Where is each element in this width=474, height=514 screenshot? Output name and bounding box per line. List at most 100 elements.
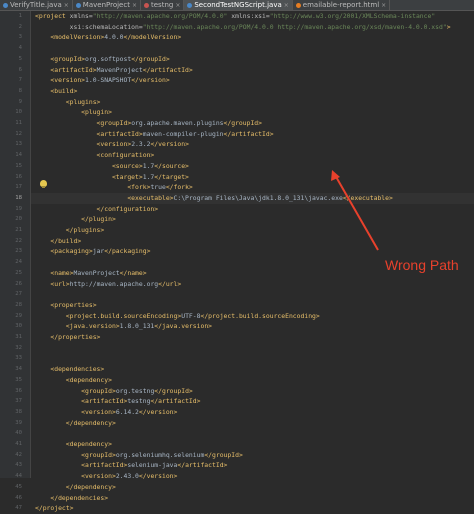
code-line[interactable]: <artifactId>selenium-java</artifactId>: [31, 460, 474, 471]
code-line[interactable]: xsi:schemaLocation="http://maven.apache.…: [31, 22, 474, 33]
code-line[interactable]: <dependencies>: [31, 364, 474, 375]
code-line[interactable]: <build>: [31, 86, 474, 97]
code-line[interactable]: <version>2.43.0</version>: [31, 471, 474, 482]
code-line-text: <executable>C:\Program Files\Java\jdk1.8…: [35, 193, 393, 204]
code-line[interactable]: <configuration>: [31, 150, 474, 161]
line-number: 37: [15, 398, 22, 405]
code-token: testng: [127, 397, 151, 406]
code-line[interactable]: <groupId>org.softpost</groupId>: [31, 54, 474, 65]
code-line-text: <packaging>jar</packaging>: [35, 246, 150, 257]
code-line[interactable]: <artifactId>MavenProject</artifactId>: [31, 65, 474, 76]
line-number: 13: [15, 141, 22, 148]
code-line[interactable]: <source>1.7</source>: [31, 161, 474, 172]
code-line[interactable]: <executable>C:\Program Files\Java\jdk1.8…: [31, 192, 474, 204]
code-token: >: [446, 22, 451, 31]
code-line[interactable]: [31, 428, 474, 439]
code-token: 1.7: [142, 161, 155, 170]
code-line[interactable]: [31, 289, 474, 300]
code-line[interactable]: </plugins>: [31, 225, 474, 236]
code-token: </configuration>: [35, 204, 159, 213]
code-line-text: </plugins>: [35, 225, 105, 236]
line-number: 14: [15, 152, 22, 159]
code-line-text: <dependencies>: [35, 364, 104, 375]
line-number: 40: [15, 430, 22, 437]
code-line[interactable]: <plugins>: [31, 97, 474, 108]
code-line[interactable]: </dependency>: [31, 418, 474, 429]
code-line[interactable]: <fork>true</fork>: [31, 182, 474, 193]
code-token: org.testng: [115, 386, 155, 395]
code-line[interactable]: <artifactId>maven-compiler-plugin</artif…: [31, 129, 474, 140]
code-line[interactable]: [31, 343, 474, 354]
code-line[interactable]: <dependency>: [31, 439, 474, 450]
code-token: 6.14.2: [115, 407, 139, 416]
editor-tab[interactable]: testng ×: [141, 0, 185, 10]
code-line[interactable]: </properties>: [31, 332, 474, 343]
editor-tab[interactable]: SecondTestNGScript.java ×: [184, 0, 293, 10]
code-line[interactable]: <target>1.7</target>: [31, 172, 474, 183]
close-icon[interactable]: ×: [284, 2, 289, 9]
close-icon[interactable]: ×: [132, 2, 137, 9]
line-number: 22: [15, 237, 22, 244]
tab-label: VerifyTitle.java: [10, 1, 62, 9]
code-line[interactable]: <java.version>1.8.0_131</java.version>: [31, 321, 474, 332]
code-line[interactable]: <groupId>org.apache.maven.plugins</group…: [31, 118, 474, 129]
code-line[interactable]: </dependency>: [31, 482, 474, 493]
line-number: 45: [15, 483, 22, 490]
code-line[interactable]: [31, 43, 474, 54]
code-line[interactable]: <artifactId>testng</artifactId>: [31, 396, 474, 407]
code-token: 1.8.0_131: [119, 322, 155, 331]
code-line-text: <modelVersion>4.0.0</modelVersion>: [35, 32, 181, 43]
code-line-text: xsi:schemaLocation="http://maven.apache.…: [35, 22, 451, 33]
code-line[interactable]: [31, 353, 474, 364]
code-line-text: <groupId>org.testng</groupId>: [35, 386, 193, 397]
code-token: </packaging>: [104, 247, 151, 256]
code-token: </dependency>: [35, 482, 116, 491]
code-token: <fork>: [35, 183, 151, 192]
editor-tab[interactable]: VerifyTitle.java ×: [0, 0, 73, 10]
close-icon[interactable]: ×: [381, 2, 386, 9]
code-line[interactable]: </project>: [31, 503, 474, 514]
code-line-text: </plugin>: [35, 214, 116, 225]
code-line[interactable]: <project.build.sourceEncoding>UTF-8</pro…: [31, 311, 474, 322]
code-token: 2.43.0: [115, 472, 139, 481]
line-number: 16: [15, 173, 22, 180]
code-line[interactable]: </build>: [31, 236, 474, 247]
code-line-text: <properties>: [35, 300, 96, 311]
code-line[interactable]: <url>http://maven.apache.org</url>: [31, 279, 474, 290]
code-line[interactable]: <project xmlns="http://maven.apache.org/…: [31, 11, 474, 22]
code-token: </java.version>: [154, 322, 213, 331]
code-line[interactable]: <version>1.0-SNAPSHOT</version>: [31, 75, 474, 86]
code-token: <project: [35, 12, 70, 20]
code-line[interactable]: <dependency>: [31, 375, 474, 386]
code-line-text: <groupId>org.apache.maven.plugins</group…: [35, 118, 262, 129]
code-editor[interactable]: 1 2 3 4 5 6 7 8 9 10 11 12 13 14 15 16 17 18 19 20 21 22 23 24 2…: [0, 11, 474, 512]
code-token: <artifactId>: [35, 65, 97, 74]
code-line[interactable]: <packaging>jar</packaging>: [31, 246, 474, 257]
code-line[interactable]: <version>2.3.2</version>: [31, 139, 474, 150]
code-line[interactable]: <plugin>: [31, 107, 474, 118]
code-token: <plugins>: [35, 97, 101, 106]
code-token: </artifactId>: [150, 397, 201, 406]
line-number: 27: [15, 291, 22, 298]
code-token: 1.0-SNAPSHOT: [85, 76, 132, 85]
code-line[interactable]: <modelVersion>4.0.0</modelVersion>: [31, 32, 474, 43]
code-line[interactable]: </configuration>: [31, 204, 474, 215]
code-token: http://maven.apache.org: [69, 279, 159, 288]
code-line[interactable]: <groupId>org.seleniumhq.selenium</groupI…: [31, 450, 474, 461]
code-line[interactable]: </plugin>: [31, 214, 474, 225]
code-token: </project.build.sourceEncoding>: [200, 311, 320, 320]
code-line[interactable]: <version>6.14.2</version>: [31, 407, 474, 418]
editor-tab[interactable]: MavenProject ×: [73, 0, 141, 10]
code-token: </version>: [131, 76, 170, 85]
code-line[interactable]: </dependencies>: [31, 493, 474, 504]
editor-tab[interactable]: emailable-report.html ×: [293, 0, 391, 10]
code-token: <groupId>: [35, 450, 116, 459]
close-icon[interactable]: ×: [64, 2, 69, 9]
code-line[interactable]: <groupId>org.testng</groupId>: [31, 386, 474, 397]
lightbulb-icon[interactable]: [40, 180, 47, 188]
code-token: <modelVersion>: [35, 33, 105, 42]
code-area[interactable]: <project xmlns="http://maven.apache.org/…: [31, 11, 474, 512]
code-line[interactable]: <properties>: [31, 300, 474, 311]
close-icon[interactable]: ×: [175, 2, 180, 9]
code-token: <dependency>: [35, 440, 112, 448]
